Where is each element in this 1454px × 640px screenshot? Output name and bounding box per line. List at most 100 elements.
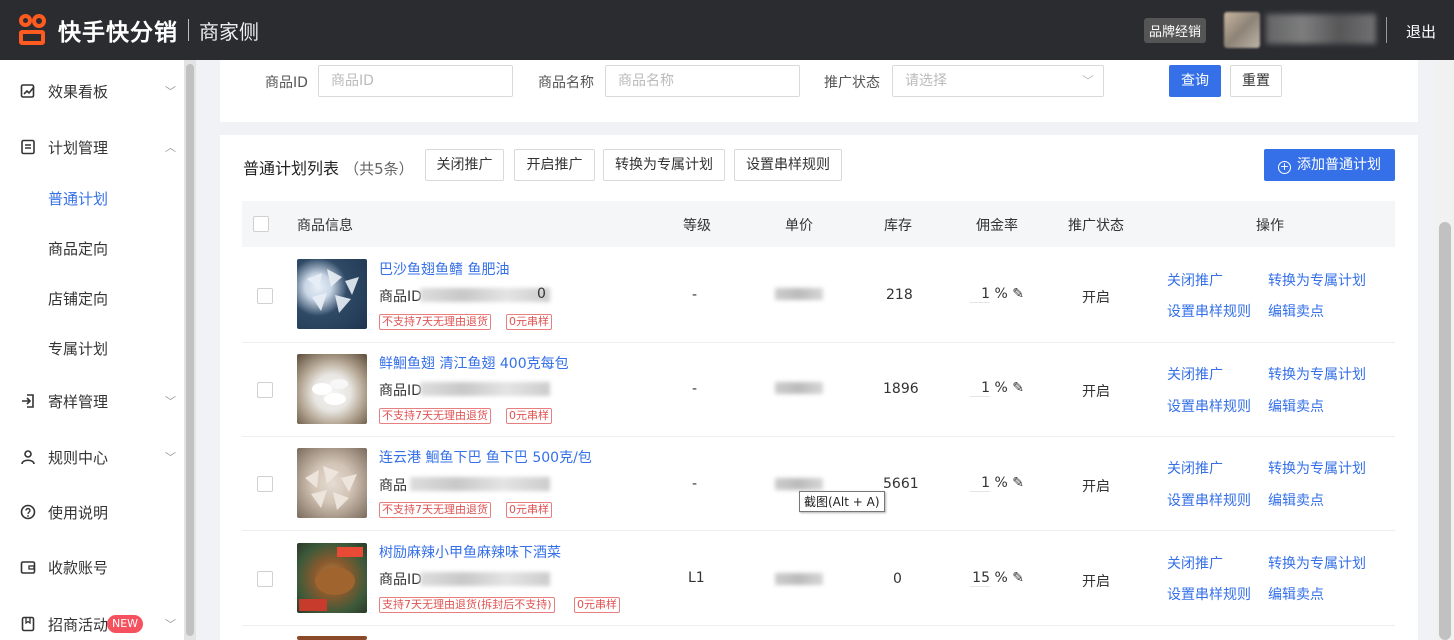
stock-cell: 218 — [886, 287, 913, 303]
action-convert-exclusive[interactable]: 转换为专属计划 — [1268, 364, 1366, 384]
commission-rate[interactable]: 1 % ✎ — [970, 475, 1024, 492]
action-set-sample-rule[interactable]: 设置串样规则 — [1167, 396, 1251, 416]
login-icon — [20, 393, 36, 409]
commission-rate[interactable]: 15 % ✎ — [970, 570, 1024, 587]
product-thumbnail[interactable] — [297, 636, 367, 640]
sidebar-item-label: 效果看板 — [48, 82, 109, 101]
product-id-blurred — [420, 572, 550, 586]
chevron-down-icon: ﹀ — [165, 395, 176, 408]
chevron-down-icon: ﹀ — [165, 618, 176, 631]
action-set-sample-rule[interactable]: 设置串样规则 — [1167, 490, 1251, 510]
row-divider — [242, 436, 1395, 437]
promo-status-select[interactable]: 请选择 — [892, 65, 1104, 97]
sample-tag: 0元串样 — [574, 597, 620, 613]
sidebar-item-merchant-activity[interactable]: 招商活动 NEW ﹀ — [0, 604, 184, 640]
commission-rate[interactable]: 1 % ✎ — [970, 286, 1024, 303]
set-sample-rule-button[interactable]: 设置串样规则 — [734, 149, 842, 181]
list-title: 普通计划列表 （共5条） — [243, 155, 414, 179]
product-id-label: 商品ID — [379, 572, 422, 588]
action-set-sample-rule[interactable]: 设置串样规则 — [1167, 584, 1251, 604]
sidebar-subitem-normal-plan[interactable]: 普通计划 — [48, 188, 108, 209]
action-edit-selling-point[interactable]: 编辑卖点 — [1268, 301, 1324, 321]
action-edit-selling-point[interactable]: 编辑卖点 — [1268, 396, 1324, 416]
product-thumbnail[interactable] — [297, 259, 367, 329]
product-thumbnail[interactable] — [297, 354, 367, 424]
sidebar-item-dashboard[interactable]: 效果看板 ﹀ — [0, 71, 184, 111]
product-id-input[interactable]: 商品ID — [318, 65, 513, 97]
action-close-promo[interactable]: 关闭推广 — [1167, 364, 1223, 384]
convert-exclusive-button[interactable]: 转换为专属计划 — [603, 149, 725, 181]
edit-pencil-icon[interactable]: ✎ — [1012, 475, 1024, 491]
main-scrollbar-thumb[interactable] — [1439, 222, 1451, 640]
avatar[interactable] — [1224, 12, 1260, 48]
row-checkbox[interactable] — [257, 288, 273, 304]
price-blurred — [775, 288, 823, 300]
col-product-info: 商品信息 — [297, 218, 353, 234]
chart-icon — [20, 83, 36, 99]
price-blurred — [775, 573, 823, 585]
action-close-promo[interactable]: 关闭推广 — [1167, 270, 1223, 290]
product-name-link[interactable]: 巴沙鱼翅鱼鳍 鱼肥油 — [379, 259, 509, 279]
chevron-up-icon: ︿ — [165, 141, 176, 154]
logout-link[interactable]: 退出 — [1406, 21, 1436, 42]
edit-pencil-icon[interactable]: ✎ — [1012, 286, 1024, 302]
commission-value: 1 — [970, 475, 990, 492]
action-convert-exclusive[interactable]: 转换为专属计划 — [1268, 553, 1366, 573]
row-checkbox[interactable] — [257, 571, 273, 587]
select-all-checkbox[interactable] — [253, 216, 269, 232]
product-id-label: 商品ID — [379, 383, 422, 399]
document-icon — [20, 139, 36, 155]
sidebar-subitem-product-targeting[interactable]: 商品定向 — [48, 238, 108, 259]
col-price: 单价 — [785, 218, 813, 234]
action-close-promo[interactable]: 关闭推广 — [1167, 553, 1223, 573]
brand-logo[interactable]: 快手快分销 商家侧 — [16, 13, 259, 47]
sidebar-item-sample-management[interactable]: 寄样管理 ﹀ — [0, 381, 184, 421]
product-thumbnail[interactable] — [297, 543, 367, 613]
product-thumbnail[interactable] — [297, 448, 367, 518]
sidebar-item-payment-account[interactable]: 收款账号 — [0, 547, 184, 587]
sidebar-item-instructions[interactable]: 使用说明 — [0, 492, 184, 532]
query-button[interactable]: 查询 — [1169, 65, 1221, 97]
sidebar-item-rule-center[interactable]: 规则中心 ﹀ — [0, 437, 184, 477]
action-edit-selling-point[interactable]: 编辑卖点 — [1268, 584, 1324, 604]
sidebar-subitem-exclusive-plan[interactable]: 专属计划 — [48, 338, 108, 359]
edit-pencil-icon[interactable]: ✎ — [1012, 570, 1024, 586]
action-convert-exclusive[interactable]: 转换为专属计划 — [1268, 458, 1366, 478]
edit-pencil-icon[interactable]: ✎ — [1012, 380, 1024, 396]
commission-value: 15 — [970, 570, 990, 587]
level-cell: - — [692, 287, 698, 303]
product-id-blurred — [420, 288, 550, 302]
open-promo-button[interactable]: 开启推广 — [514, 149, 595, 181]
row-checkbox[interactable] — [257, 382, 273, 398]
return-policy-tag: 不支持7天无理由退货 — [379, 314, 491, 330]
reset-button[interactable]: 重置 — [1230, 65, 1282, 97]
bookmark-icon — [20, 616, 36, 632]
brand-divider — [188, 19, 189, 41]
close-promo-button[interactable]: 关闭推广 — [425, 149, 504, 181]
product-id-label: 商品 — [379, 478, 407, 494]
sidebar-item-plan-management[interactable]: 计划管理 ︿ — [0, 127, 184, 167]
level-cell: - — [692, 476, 698, 492]
sidebar-subitem-shop-targeting[interactable]: 店铺定向 — [48, 288, 108, 309]
sidebar-item-label: 寄样管理 — [48, 392, 109, 411]
action-set-sample-rule[interactable]: 设置串样规则 — [1167, 301, 1251, 321]
commission-rate[interactable]: 1 % ✎ — [970, 380, 1024, 397]
sidebar-scrollbar-thumb[interactable] — [186, 64, 194, 636]
sidebar-item-label: 使用说明 — [48, 503, 109, 522]
row-checkbox[interactable] — [257, 476, 273, 492]
action-convert-exclusive[interactable]: 转换为专属计划 — [1268, 270, 1366, 290]
product-name-input[interactable]: 商品名称 — [605, 65, 800, 97]
action-edit-selling-point[interactable]: 编辑卖点 — [1268, 490, 1324, 510]
price-blurred — [775, 382, 823, 394]
wallet-icon — [20, 559, 36, 575]
product-name-link[interactable]: 连云港 鮰鱼下巴 鱼下巴 500克/包 — [379, 447, 592, 467]
action-close-promo[interactable]: 关闭推广 — [1167, 458, 1223, 478]
sidebar-item-label: 计划管理 — [48, 138, 109, 157]
product-name-link[interactable]: 树励麻辣小甲鱼麻辣味下酒菜 — [379, 542, 561, 562]
promo-status-label: 推广状态 — [824, 75, 880, 91]
role-badge: 品牌经销 — [1144, 18, 1207, 43]
col-actions: 操作 — [1256, 218, 1284, 234]
add-plan-button[interactable]: + 添加普通计划 — [1264, 149, 1395, 181]
chevron-down-icon: ﹀ — [165, 451, 176, 464]
product-name-link[interactable]: 鲜鮰鱼翅 清江鱼翅 400克每包 — [379, 353, 569, 373]
